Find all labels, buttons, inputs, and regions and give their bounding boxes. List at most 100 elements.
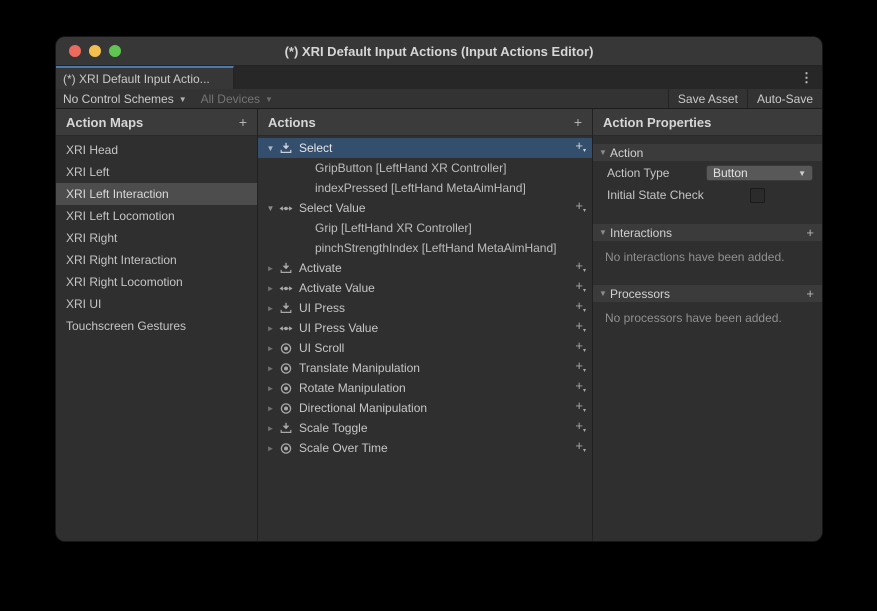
disclosure-triangle-collapsed-icon[interactable] bbox=[264, 364, 277, 373]
action-row[interactable]: Select Value + bbox=[258, 198, 592, 218]
add-processor-button[interactable]: + bbox=[806, 286, 814, 301]
processors-empty-text: No processors have been added. bbox=[593, 302, 822, 325]
binding-row[interactable]: indexPressed [LeftHand MetaAimHand] bbox=[258, 178, 592, 198]
action-row[interactable]: Activate Value + bbox=[258, 278, 592, 298]
add-binding-button[interactable]: + bbox=[575, 399, 586, 418]
action-label: Directional Manipulation bbox=[299, 401, 575, 415]
add-binding-button[interactable]: + bbox=[575, 319, 586, 338]
action-row[interactable]: UI Press + bbox=[258, 298, 592, 318]
processors-section-bar[interactable]: Processors + bbox=[593, 285, 822, 302]
add-binding-button[interactable]: + bbox=[575, 259, 586, 278]
add-binding-button[interactable]: + bbox=[575, 339, 586, 358]
action-maps-title: Action Maps bbox=[66, 115, 143, 130]
action-type-dropdown[interactable]: Button ▼ bbox=[706, 165, 813, 181]
action-label: UI Press bbox=[299, 301, 575, 315]
add-interaction-button[interactable]: + bbox=[806, 225, 814, 240]
window-title: (*) XRI Default Input Actions (Input Act… bbox=[285, 44, 594, 59]
action-map-row[interactable]: XRI Head bbox=[56, 139, 257, 161]
action-label: Scale Over Time bbox=[299, 441, 575, 455]
action-row[interactable]: Rotate Manipulation + bbox=[258, 378, 592, 398]
save-asset-button[interactable]: Save Asset bbox=[668, 89, 747, 108]
main-area: Action Maps + XRI Head XRI Left XRI Left… bbox=[56, 109, 822, 541]
devices-label: All Devices bbox=[201, 92, 260, 106]
button-type-icon bbox=[279, 262, 293, 275]
disclosure-triangle-expanded-icon[interactable] bbox=[264, 204, 277, 213]
toolbar: No Control Schemes ▼ All Devices ▼ Save … bbox=[56, 89, 822, 109]
kebab-menu-icon[interactable]: ⋮ bbox=[800, 66, 813, 89]
action-row[interactable]: Scale Over Time + bbox=[258, 438, 592, 458]
button-type-icon bbox=[279, 422, 293, 435]
action-properties-content: Action Action Type Button ▼ Initial Stat… bbox=[593, 136, 822, 325]
action-row[interactable]: Scale Toggle + bbox=[258, 418, 592, 438]
auto-save-button[interactable]: Auto-Save bbox=[747, 89, 822, 108]
disclosure-triangle-collapsed-icon[interactable] bbox=[264, 344, 277, 353]
actions-header: Actions + bbox=[258, 109, 592, 136]
action-row[interactable]: UI Scroll + bbox=[258, 338, 592, 358]
disclosure-triangle-collapsed-icon[interactable] bbox=[264, 284, 277, 293]
interactions-empty-text: No interactions have been added. bbox=[593, 241, 822, 264]
add-binding-button[interactable]: + bbox=[575, 279, 586, 298]
binding-row[interactable]: pinchStrengthIndex [LeftHand MetaAimHand… bbox=[258, 238, 592, 258]
disclosure-triangle-collapsed-icon[interactable] bbox=[264, 264, 277, 273]
binding-row[interactable]: Grip [LeftHand XR Controller] bbox=[258, 218, 592, 238]
disclosure-triangle-collapsed-icon[interactable] bbox=[264, 384, 277, 393]
tab-bar: (*) XRI Default Input Actio... ⋮ bbox=[56, 66, 822, 89]
disclosure-triangle-collapsed-icon[interactable] bbox=[264, 444, 277, 453]
action-map-row[interactable]: XRI Right bbox=[56, 227, 257, 249]
add-action-button[interactable]: + bbox=[574, 114, 582, 130]
action-type-label: Action Type bbox=[607, 166, 669, 180]
add-binding-button[interactable]: + bbox=[575, 199, 586, 218]
action-maps-panel: Action Maps + XRI Head XRI Left XRI Left… bbox=[56, 109, 258, 541]
add-binding-button[interactable]: + bbox=[575, 439, 586, 458]
minimize-window-button[interactable] bbox=[89, 45, 101, 57]
action-label: Activate Value bbox=[299, 281, 575, 295]
disclosure-triangle-collapsed-icon[interactable] bbox=[264, 324, 277, 333]
add-binding-button[interactable]: + bbox=[575, 299, 586, 318]
action-map-row[interactable]: XRI Left Locomotion bbox=[56, 205, 257, 227]
action-section-title: Action bbox=[610, 146, 643, 160]
action-section-bar[interactable]: Action bbox=[593, 144, 822, 161]
input-actions-editor-window: (*) XRI Default Input Actions (Input Act… bbox=[56, 37, 822, 541]
action-map-row-selected[interactable]: XRI Left Interaction bbox=[56, 183, 257, 205]
close-window-button[interactable] bbox=[69, 45, 81, 57]
window-controls bbox=[69, 45, 121, 57]
action-map-row[interactable]: XRI UI bbox=[56, 293, 257, 315]
action-row[interactable]: Activate + bbox=[258, 258, 592, 278]
action-label: Select bbox=[299, 141, 575, 155]
action-label: Select Value bbox=[299, 201, 575, 215]
action-row-selected[interactable]: Select + bbox=[258, 138, 592, 158]
initial-state-check-checkbox[interactable] bbox=[750, 188, 765, 203]
add-action-map-button[interactable]: + bbox=[239, 114, 247, 130]
action-properties-header: Action Properties bbox=[593, 109, 822, 136]
disclosure-triangle-expanded-icon[interactable] bbox=[264, 144, 277, 153]
action-map-row[interactable]: XRI Left bbox=[56, 161, 257, 183]
add-binding-button[interactable]: + bbox=[575, 419, 586, 438]
asset-tab[interactable]: (*) XRI Default Input Actio... bbox=[56, 66, 234, 89]
action-row[interactable]: Directional Manipulation + bbox=[258, 398, 592, 418]
action-map-row[interactable]: XRI Right Interaction bbox=[56, 249, 257, 271]
disclosure-triangle-expanded-icon[interactable] bbox=[596, 228, 610, 237]
vector2-type-icon bbox=[279, 342, 293, 355]
action-map-row[interactable]: XRI Right Locomotion bbox=[56, 271, 257, 293]
add-binding-button[interactable]: + bbox=[575, 379, 586, 398]
disclosure-triangle-collapsed-icon[interactable] bbox=[264, 424, 277, 433]
disclosure-triangle-expanded-icon[interactable] bbox=[596, 148, 610, 157]
title-bar: (*) XRI Default Input Actions (Input Act… bbox=[56, 37, 822, 66]
binding-row[interactable]: GripButton [LeftHand XR Controller] bbox=[258, 158, 592, 178]
zoom-window-button[interactable] bbox=[109, 45, 121, 57]
disclosure-triangle-expanded-icon[interactable] bbox=[596, 289, 610, 298]
action-map-row[interactable]: Touchscreen Gestures bbox=[56, 315, 257, 337]
control-schemes-label: No Control Schemes bbox=[63, 92, 174, 106]
action-row[interactable]: Translate Manipulation + bbox=[258, 358, 592, 378]
action-row[interactable]: UI Press Value + bbox=[258, 318, 592, 338]
toolbar-right: Save Asset Auto-Save bbox=[668, 89, 822, 108]
interactions-section-bar[interactable]: Interactions + bbox=[593, 224, 822, 241]
button-type-icon bbox=[279, 302, 293, 315]
add-binding-button[interactable]: + bbox=[575, 359, 586, 378]
disclosure-triangle-collapsed-icon[interactable] bbox=[264, 404, 277, 413]
vector2-type-icon bbox=[279, 442, 293, 455]
action-label: Translate Manipulation bbox=[299, 361, 575, 375]
add-binding-button[interactable]: + bbox=[575, 139, 586, 158]
control-schemes-dropdown[interactable]: No Control Schemes ▼ bbox=[56, 89, 194, 108]
disclosure-triangle-collapsed-icon[interactable] bbox=[264, 304, 277, 313]
